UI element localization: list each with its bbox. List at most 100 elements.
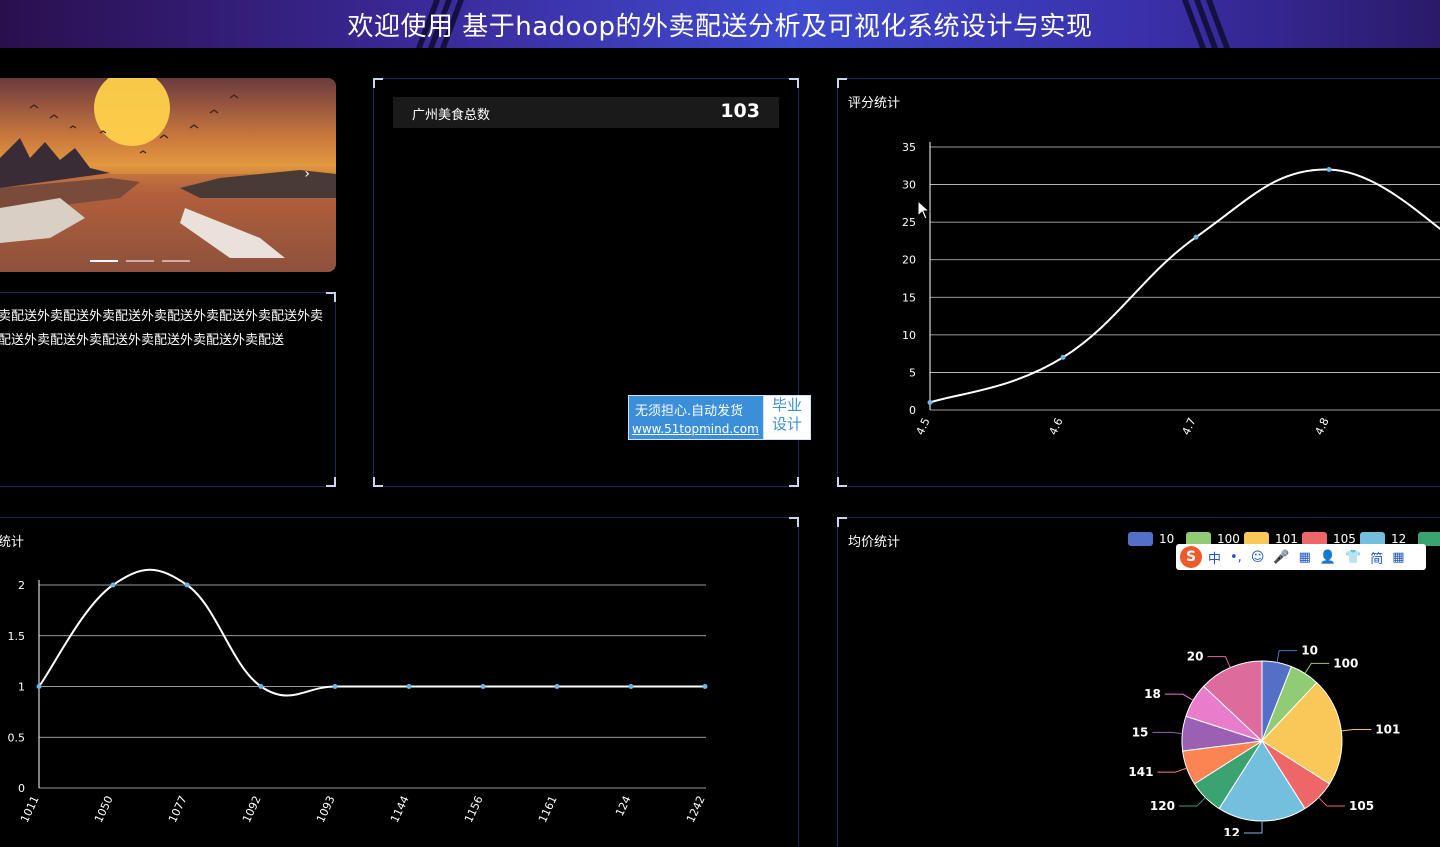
ad-link[interactable]: www.51topmind.com [632, 422, 759, 436]
x-tick-label: 4.6 [1047, 416, 1066, 437]
pie-label: 18 [1144, 687, 1161, 701]
ad-line1: 无须担心.自动发货 [635, 404, 744, 419]
rating-line-chart: 051015202530354.54.64.74.84.9 [902, 141, 1440, 437]
intro-panel: 卖配送外卖配送外卖配送外卖配送外卖配送外卖配送外卖配送外卖配送外卖配送外卖配送外… [0, 292, 336, 487]
pie-label-line [1207, 656, 1231, 668]
intro-text: 卖配送外卖配送外卖配送外卖配送外卖配送外卖配送外卖配送外卖配送外卖配送外卖配送外… [0, 309, 324, 348]
pie-label-line [1341, 728, 1372, 732]
series-line [929, 168, 1440, 404]
stat-label: 广州美食总数 [412, 108, 491, 123]
data-point [702, 684, 708, 689]
data-point [480, 684, 486, 689]
data-point [1326, 167, 1332, 173]
x-tick-label: 4.5 [914, 416, 933, 437]
y-tick-label: 1.5 [8, 630, 26, 643]
y-tick-label: 25 [902, 216, 916, 229]
pie-label: 105 [1349, 799, 1374, 813]
pie-label: 100 [1333, 656, 1358, 670]
ime-item[interactable]: •, [1230, 550, 1242, 565]
y-tick-label: 0.5 [8, 731, 26, 744]
data-point [258, 684, 264, 689]
y-tick-label: 5 [909, 366, 916, 379]
x-tick-label: 1242 [684, 794, 708, 825]
pie-label: 101 [1375, 722, 1400, 736]
sales-chart-panel: 统计 0 0.5 1 1.5 2 1011 1050 1077 1092 1093 1144 1156… [0, 517, 799, 847]
image-carousel[interactable]: › [0, 78, 336, 272]
ad-badge-box: 毕业 设计 [763, 396, 810, 439]
data-point [554, 684, 560, 689]
sales-line-chart: 0 0.5 1 1.5 2 1011 1050 1077 1092 1093 1144 1156 116… [8, 568, 708, 825]
legend-swatch [1128, 532, 1153, 546]
sunset-river-image [0, 78, 336, 272]
ime-item[interactable]: 中 [1208, 548, 1221, 567]
data-point [927, 399, 933, 405]
ime-toolbar[interactable]: S 中 •, ☺ 🎤 ▦ 👤 👕 简 ▦ [1176, 544, 1426, 570]
ad-badge[interactable]: 无须担心.自动发货 www.51topmind.com 毕业 设计 [628, 395, 811, 440]
x-tick-label: 4.8 [1313, 416, 1332, 437]
y-tick-label: 10 [902, 329, 916, 342]
grid-menu-icon[interactable]: ▦ [1392, 550, 1404, 565]
pie-label-line [1178, 797, 1206, 807]
pie-label-line [1244, 821, 1263, 834]
x-tick-label: 1050 [92, 794, 116, 825]
keyboard-icon[interactable]: ▦ [1299, 550, 1311, 565]
microphone-icon[interactable]: 🎤 [1273, 550, 1289, 565]
carousel-dot[interactable] [162, 260, 190, 262]
x-tick-label: 1156 [462, 794, 486, 825]
stat-value: 103 [720, 100, 760, 122]
emoji-icon[interactable]: ☺ [1251, 550, 1265, 565]
pie-label: 20 [1187, 650, 1204, 664]
x-tick-label: 1077 [166, 794, 190, 825]
carousel-dot[interactable] [126, 260, 154, 262]
y-tick-label: 35 [902, 141, 916, 154]
pie-label-line [1276, 650, 1298, 663]
ime-item[interactable]: 简 [1370, 548, 1383, 567]
data-point [1193, 234, 1199, 240]
y-tick-label: 1 [18, 681, 25, 694]
pie-label-line [1152, 731, 1183, 734]
page-header: 欢迎使用 基于hadoop的外卖配送分析及可视化系统设计与实现 [0, 0, 1440, 48]
rating-chart-panel: 评分统计 051015202530354.54.64.74.84.9 [837, 78, 1440, 487]
data-point [628, 684, 634, 689]
data-point [1060, 354, 1066, 360]
pie-label: 141 [1128, 765, 1153, 779]
y-tick-label: 2 [18, 579, 25, 592]
y-tick-label: 30 [902, 179, 916, 192]
y-tick-label: 15 [902, 291, 916, 304]
pie-label: 10 [1301, 644, 1318, 658]
pie-label: 120 [1150, 799, 1175, 813]
data-point [406, 684, 412, 689]
data-point [36, 684, 42, 689]
pie-label: 15 [1132, 725, 1149, 739]
sogou-logo-icon[interactable]: S [1180, 546, 1202, 568]
carousel-indicators [90, 260, 190, 262]
x-tick-label: 1092 [240, 794, 264, 825]
pie-label-line [1318, 797, 1346, 807]
food-total-bar: 广州美食总数 103 [393, 97, 779, 128]
data-point [184, 582, 190, 588]
ad-badge-line1: 毕业 [771, 396, 802, 414]
y-tick-label: 20 [902, 254, 916, 267]
user-icon[interactable]: 👤 [1320, 550, 1336, 565]
x-tick-label: 1144 [388, 794, 412, 825]
mouse-cursor-icon [917, 200, 931, 220]
x-tick-label: 1093 [314, 794, 338, 825]
y-tick-label: 0 [909, 404, 916, 417]
series-line [38, 568, 705, 697]
data-point [332, 684, 338, 689]
data-point [110, 582, 116, 588]
x-tick-label: 4.7 [1180, 416, 1199, 437]
page-title: 欢迎使用 基于hadoop的外卖配送分析及可视化系统设计与实现 [347, 12, 1093, 42]
pie-label-line [1304, 662, 1330, 674]
legend-label: 10 [1159, 532, 1174, 546]
pie-label-line [1164, 693, 1194, 701]
x-tick-label: 1011 [18, 794, 42, 825]
ad-badge-line2: 设计 [771, 415, 802, 433]
chevron-right-icon[interactable]: › [304, 166, 310, 182]
x-tick-label: 124 [613, 794, 634, 819]
skin-icon[interactable]: 👕 [1345, 550, 1361, 565]
x-tick-label: 1161 [536, 794, 560, 825]
y-tick-label: 0 [18, 782, 25, 795]
carousel-dot[interactable] [90, 260, 118, 262]
pie-label-line [1157, 767, 1187, 773]
